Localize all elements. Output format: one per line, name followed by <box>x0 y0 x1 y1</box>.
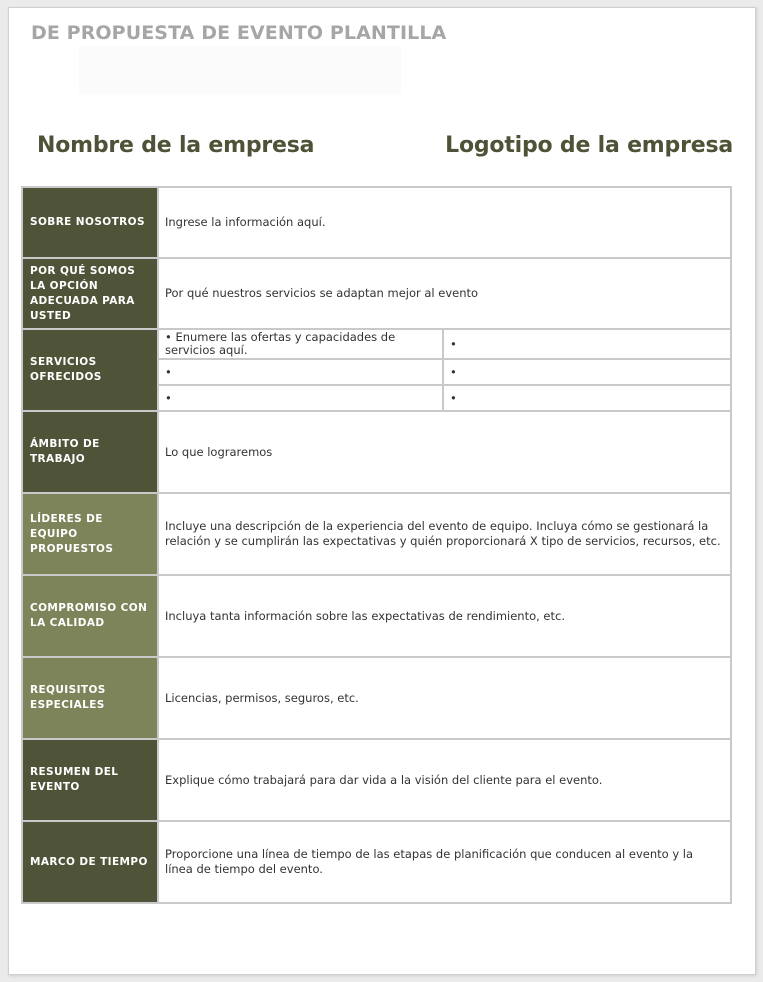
service-item[interactable]: • <box>159 359 444 386</box>
services-grid: • Enumere las ofertas y capacidades de s… <box>159 330 730 410</box>
table-row-about-us: SOBRE NOSOTROS Ingrese la información aq… <box>21 186 732 259</box>
document-title: DE PROPUESTA DE EVENTO PLANTILLA <box>31 22 447 44</box>
service-item[interactable]: • <box>443 385 730 410</box>
row-content[interactable]: Ingrese la información aquí. <box>157 186 732 259</box>
service-item[interactable]: • Enumere las ofertas y capacidades de s… <box>159 330 444 360</box>
services-cell: • Enumere las ofertas y capacidades de s… <box>157 328 732 412</box>
table-row-scope: ÁMBITO DE TRABAJO Lo que lograremos <box>21 410 732 494</box>
service-item[interactable]: • <box>159 385 444 410</box>
row-content[interactable]: Por qué nuestros servicios se adaptan me… <box>157 257 732 330</box>
row-content[interactable]: Lo que lograremos <box>157 410 732 494</box>
service-item[interactable]: • <box>443 330 730 360</box>
title-placeholder-area <box>79 46 401 94</box>
row-label: MARCO DE TIEMPO <box>21 820 159 904</box>
proposal-table: SOBRE NOSOTROS Ingrese la información aq… <box>21 186 732 904</box>
row-label: ÁMBITO DE TRABAJO <box>21 410 159 494</box>
row-label: POR QUÉ SOMOS LA OPCIÓN ADECUADA PARA US… <box>21 257 159 330</box>
table-row-why-us: POR QUÉ SOMOS LA OPCIÓN ADECUADA PARA US… <box>21 257 732 330</box>
row-label: SERVICIOS OFRECIDOS <box>21 328 159 412</box>
row-content[interactable]: Incluye una descripción de la experienci… <box>157 492 732 576</box>
row-content[interactable]: Licencias, permisos, seguros, etc. <box>157 656 732 740</box>
table-row-services: SERVICIOS OFRECIDOS • Enumere las oferta… <box>21 328 732 412</box>
row-content[interactable]: Proporcione una línea de tiempo de las e… <box>157 820 732 904</box>
company-logo-placeholder[interactable]: Logotipo de la empresa <box>445 133 733 158</box>
services-row: • • <box>159 359 730 386</box>
table-row-timeframe: MARCO DE TIEMPO Proporcione una línea de… <box>21 820 732 904</box>
services-row: • Enumere las ofertas y capacidades de s… <box>159 330 730 360</box>
row-label: REQUISITOS ESPECIALES <box>21 656 159 740</box>
table-row-event-summary: RESUMEN DEL EVENTO Explique cómo trabaja… <box>21 738 732 822</box>
table-row-requirements: REQUISITOS ESPECIALES Licencias, permiso… <box>21 656 732 740</box>
row-content[interactable]: Incluya tanta información sobre las expe… <box>157 574 732 658</box>
services-row: • • <box>159 385 730 410</box>
table-row-team-leaders: LÍDERES DE EQUIPO PROPUESTOS Incluye una… <box>21 492 732 576</box>
row-label: COMPROMISO CON LA CALIDAD <box>21 574 159 658</box>
row-label: SOBRE NOSOTROS <box>21 186 159 259</box>
service-item[interactable]: • <box>443 359 730 386</box>
row-label: RESUMEN DEL EVENTO <box>21 738 159 822</box>
table-row-quality: COMPROMISO CON LA CALIDAD Incluya tanta … <box>21 574 732 658</box>
row-label: LÍDERES DE EQUIPO PROPUESTOS <box>21 492 159 576</box>
company-name[interactable]: Nombre de la empresa <box>37 133 315 158</box>
row-content[interactable]: Explique cómo trabajará para dar vida a … <box>157 738 732 822</box>
